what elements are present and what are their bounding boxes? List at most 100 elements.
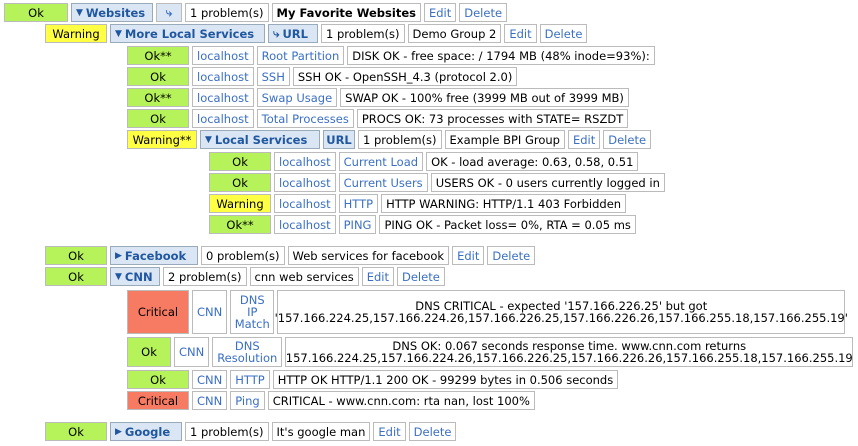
url-button[interactable]: URL <box>323 130 355 149</box>
problem-count: 2 problem(s) <box>163 267 247 286</box>
service-link[interactable]: DNS Resolution <box>212 337 283 367</box>
group-toggle-facebook[interactable]: ▶ Facebook <box>110 246 198 265</box>
status-badge: Critical <box>127 391 189 410</box>
service-link[interactable]: DNS IP Match <box>230 290 275 334</box>
group-description: My Favorite Websites <box>271 3 421 22</box>
group-toggle-more-local-services[interactable]: ▼ More Local Services <box>110 24 265 43</box>
status-badge: Ok <box>127 370 189 389</box>
service-output: HTTP WARNING: HTTP/1.1 403 Forbidden <box>381 194 627 213</box>
service-output: DISK OK - free space: / 1794 MB (48% ino… <box>347 46 655 65</box>
status-badge: Warning <box>209 194 271 213</box>
status-badge: Ok** <box>127 88 189 107</box>
status-badge: Critical <box>127 290 189 334</box>
host-link[interactable]: CNN <box>192 290 228 334</box>
service-row: Ok** localhost Swap Usage SWAP OK - 100%… <box>127 88 629 107</box>
group-row-local-services: Warning** ▼ Local Services URL 1 problem(… <box>127 130 652 149</box>
host-link[interactable]: localhost <box>274 194 336 213</box>
delete-button[interactable]: Delete <box>539 24 588 43</box>
service-row: Warning localhost HTTP HTTP WARNING: HTT… <box>209 194 627 213</box>
group-description: Example BPI Group <box>444 130 565 149</box>
service-output: USERS OK - 0 users currently logged in <box>430 173 665 192</box>
status-badge: Ok <box>209 173 271 192</box>
delete-button[interactable]: Delete <box>487 246 536 265</box>
status-badge: Ok <box>45 267 107 286</box>
problem-count: 1 problem(s) <box>321 24 405 43</box>
service-output: PROCS OK: 73 processes with STATE= RSZDT <box>356 109 629 128</box>
group-description: It's google man <box>271 422 371 441</box>
delete-button[interactable]: Delete <box>603 130 652 149</box>
service-output: HTTP OK HTTP/1.1 200 OK - 99299 bytes in… <box>272 370 619 389</box>
service-row: Ok CNN DNS Resolution DNS OK: 0.067 seco… <box>127 337 854 367</box>
status-badge: Ok <box>4 3 68 22</box>
service-row: Ok** localhost Root Partition DISK OK - … <box>127 46 655 65</box>
service-link[interactable]: Current Load <box>338 152 424 171</box>
service-link[interactable]: HTTP <box>338 194 379 213</box>
triangle-down-icon: ▼ <box>205 134 212 145</box>
service-output: DNS CRITICAL - expected '157.166.226.25'… <box>275 290 848 334</box>
url-button[interactable]: ⤷ URL <box>268 24 318 43</box>
service-link[interactable]: Swap Usage <box>256 88 338 107</box>
link-icon: ⤷ <box>273 26 280 40</box>
status-badge: Ok** <box>209 215 271 234</box>
service-output: CRITICAL - www.cnn.com: rta nan, lost 10… <box>267 391 535 410</box>
service-output: SWAP OK - 100% free (3999 MB out of 3999… <box>340 88 629 107</box>
host-link[interactable]: CNN <box>174 337 210 367</box>
problem-count: 1 problem(s) <box>185 3 269 22</box>
edit-button[interactable]: Edit <box>567 130 601 149</box>
group-toggle-local-services[interactable]: ▼ Local Services <box>200 130 320 149</box>
group-row-google: Ok ▶ Google 1 problem(s) It's google man … <box>45 422 457 441</box>
edit-button[interactable]: Edit <box>373 422 406 441</box>
service-link[interactable]: Ping <box>230 391 265 410</box>
group-description: cnn web services <box>249 267 359 286</box>
service-row: Critical CNN DNS IP Match DNS CRITICAL -… <box>127 290 848 334</box>
service-link[interactable]: PING <box>338 215 377 234</box>
host-link[interactable]: localhost <box>192 46 254 65</box>
group-toggle-websites[interactable]: ▼ Websites <box>71 3 153 22</box>
triangle-down-icon: ▼ <box>115 271 122 282</box>
edit-button[interactable]: Edit <box>504 24 537 43</box>
service-row: Critical CNN Ping CRITICAL - www.cnn.com… <box>127 391 535 410</box>
edit-button[interactable]: Edit <box>361 267 394 286</box>
service-link[interactable]: Total Processes <box>256 109 354 128</box>
status-badge: Warning <box>45 24 107 43</box>
group-row-more-local-services: Warning ▼ More Local Services ⤷ URL 1 prob… <box>45 24 588 43</box>
delete-button[interactable]: Delete <box>459 3 508 22</box>
problem-count: 1 problem(s) <box>358 130 442 149</box>
delete-button[interactable]: Delete <box>408 422 457 441</box>
service-row: Ok localhost SSH SSH OK - OpenSSH_4.3 (p… <box>127 67 518 86</box>
problem-count: 0 problem(s) <box>201 246 285 265</box>
host-link[interactable]: localhost <box>192 88 254 107</box>
edit-button[interactable]: Edit <box>423 3 457 22</box>
service-row: Ok CNN HTTP HTTP OK HTTP/1.1 200 OK - 99… <box>127 370 619 389</box>
host-link[interactable]: CNN <box>192 370 228 389</box>
service-output: OK - load average: 0.63, 0.58, 0.51 <box>426 152 639 171</box>
service-output: PING OK - Packet loss= 0%, RTA = 0.05 ms <box>379 215 636 234</box>
host-link[interactable]: localhost <box>274 215 336 234</box>
host-link[interactable]: localhost <box>274 173 336 192</box>
host-link[interactable]: localhost <box>192 109 254 128</box>
delete-button[interactable]: Delete <box>397 267 445 286</box>
status-badge: Ok <box>45 246 107 265</box>
service-row: Ok localhost Current Load OK - load aver… <box>209 152 639 171</box>
triangle-down-icon: ▼ <box>115 28 122 39</box>
host-link[interactable]: localhost <box>192 67 254 86</box>
status-badge: Ok** <box>127 46 189 65</box>
service-link[interactable]: SSH <box>256 67 290 86</box>
group-toggle-cnn[interactable]: ▼ CNN <box>110 267 160 286</box>
service-row: Ok localhost Total Processes PROCS OK: 7… <box>127 109 629 128</box>
service-link[interactable]: Root Partition <box>256 46 345 65</box>
link-icon[interactable]: ⤷ <box>156 3 182 22</box>
group-row-facebook: Ok ▶ Facebook 0 problem(s) Web services f… <box>45 246 536 265</box>
status-badge: Ok <box>127 337 171 367</box>
group-row-websites: Ok ▼ Websites ⤷ 1 problem(s) My Favorite … <box>4 3 508 22</box>
group-toggle-google[interactable]: ▶ Google <box>110 422 182 441</box>
group-row-cnn: Ok ▼ CNN 2 problem(s) cnn web services Ed… <box>45 267 445 286</box>
service-link[interactable]: HTTP <box>230 370 270 389</box>
host-link[interactable]: CNN <box>192 391 228 410</box>
service-link[interactable]: Current Users <box>338 173 428 192</box>
group-description: Web services for facebook <box>287 246 450 265</box>
triangle-right-icon: ▶ <box>115 250 122 261</box>
host-link[interactable]: localhost <box>274 152 336 171</box>
service-output: DNS OK: 0.067 seconds response time. www… <box>285 337 854 367</box>
edit-button[interactable]: Edit <box>452 246 485 265</box>
